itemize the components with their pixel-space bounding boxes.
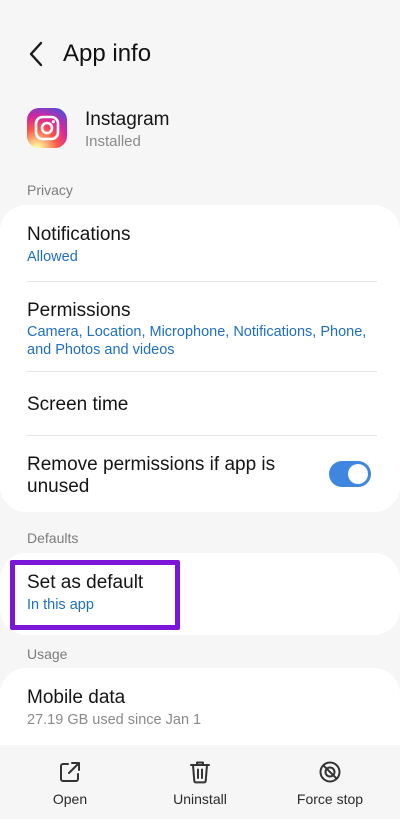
instagram-app-icon	[27, 108, 67, 148]
screen-time-title: Screen time	[27, 394, 129, 415]
app-bar: App info	[0, 0, 400, 108]
trash-icon	[190, 761, 210, 784]
app-summary: Instagram Installed	[0, 104, 400, 164]
defaults-card: Set as default In this app	[0, 553, 400, 635]
bottom-action-bar: Open Uninstall Force stop	[0, 745, 400, 819]
remove-permissions-toggle[interactable]	[329, 461, 371, 487]
remove-permissions-title-line1: Remove permissions if app is	[27, 454, 276, 475]
mobile-data-sub: 27.19 GB used since Jan 1	[27, 712, 202, 728]
section-label-usage: Usage	[27, 646, 68, 662]
toggle-knob	[348, 464, 368, 484]
open-external-icon	[60, 762, 80, 782]
open-button[interactable]: Open	[15, 745, 125, 815]
remove-permissions-item[interactable]: Remove permissions if app is unused	[0, 436, 400, 512]
notifications-item[interactable]: Notifications Allowed	[0, 205, 400, 281]
chevron-left-icon	[29, 41, 43, 67]
set-as-default-sub: In this app	[27, 597, 94, 613]
camera-glyph-icon	[34, 115, 60, 141]
force-stop-label: Force stop	[296, 791, 364, 807]
screen-time-item[interactable]: Screen time	[0, 372, 400, 436]
page-title: App info	[63, 40, 152, 67]
privacy-card: Notifications Allowed Permissions Camera…	[0, 205, 400, 512]
set-as-default-title: Set as default	[27, 572, 144, 593]
uninstall-label: Uninstall	[173, 791, 227, 807]
app-status: Installed	[85, 133, 141, 150]
back-button[interactable]	[22, 38, 50, 70]
uninstall-button[interactable]: Uninstall	[145, 745, 255, 815]
notifications-status: Allowed	[27, 249, 78, 265]
permissions-title: Permissions	[27, 300, 131, 321]
force-stop-button[interactable]: Force stop	[275, 745, 385, 815]
mobile-data-title: Mobile data	[27, 687, 126, 708]
app-name: Instagram	[85, 109, 170, 130]
mobile-data-item[interactable]: Mobile data 27.19 GB used since Jan 1	[0, 668, 400, 744]
set-as-default-item[interactable]: Set as default In this app	[0, 553, 400, 635]
section-label-privacy: Privacy	[27, 182, 73, 198]
open-label: Open	[52, 791, 88, 807]
notifications-title: Notifications	[27, 224, 131, 245]
permissions-summary: Camera, Location, Microphone, Notificati…	[27, 324, 367, 358]
force-stop-icon	[319, 761, 341, 783]
section-label-defaults: Defaults	[27, 530, 79, 546]
permissions-item[interactable]: Permissions Camera, Location, Microphone…	[0, 282, 400, 369]
remove-permissions-title-line2: unused	[27, 476, 90, 497]
